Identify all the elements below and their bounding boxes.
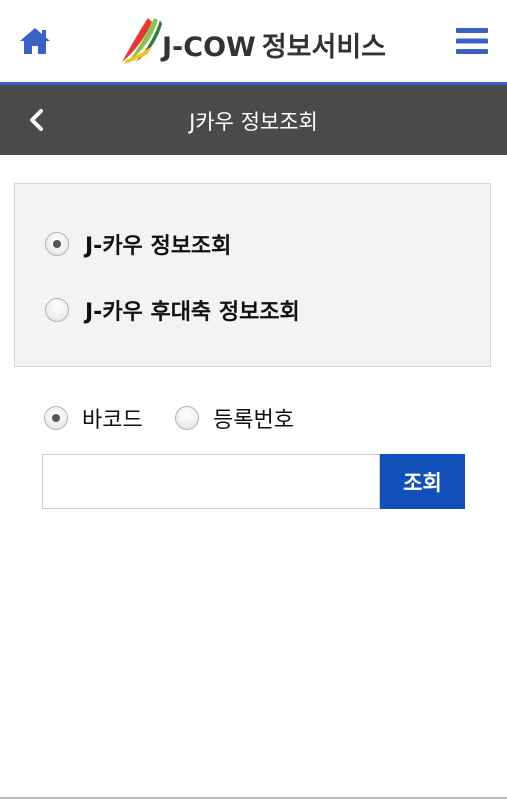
query-type-group: J-카우 정보조회 J-카우 후대축 정보조회 <box>14 183 491 367</box>
logo-service: 정보서비스 <box>261 32 387 63</box>
radio-button-unchecked[interactable] <box>175 406 199 430</box>
radio-button-unchecked[interactable] <box>45 298 69 322</box>
radio-button-checked[interactable] <box>44 406 68 430</box>
radio-barcode[interactable]: 바코드 <box>44 402 143 434</box>
logo: J-COW 정보서비스 <box>118 16 398 68</box>
menu-button[interactable] <box>456 27 488 55</box>
radio-button-checked[interactable] <box>45 232 69 256</box>
page: J-COW 정보서비스 J카우 정보조회 J-카우 정보조회 J-카우 후대축 정… <box>0 0 507 800</box>
home-icon <box>20 28 50 54</box>
logo-mark-icon <box>122 18 162 64</box>
top-header: J-COW 정보서비스 <box>0 0 507 82</box>
radio-label-jcow-descendant-info: J-카우 후대축 정보조회 <box>85 300 300 325</box>
radio-registration-number[interactable]: 등록번호 <box>175 402 294 434</box>
radio-jcow-descendant-info[interactable]: J-카우 후대축 정보조회 <box>45 294 300 326</box>
logo-text: J-COW 정보서비스 <box>162 25 386 64</box>
bottom-divider <box>0 797 507 799</box>
search-button[interactable]: 조회 <box>380 454 465 509</box>
radio-label-registration-number: 등록번호 <box>213 408 294 433</box>
sub-header: J카우 정보조회 <box>0 85 507 155</box>
logo-brand: J-COW <box>162 32 256 63</box>
radio-jcow-info[interactable]: J-카우 정보조회 <box>45 228 231 260</box>
search-input[interactable] <box>42 454 380 509</box>
page-title: J카우 정보조회 <box>189 110 318 134</box>
radio-label-barcode: 바코드 <box>82 408 143 433</box>
hamburger-menu-icon <box>456 28 488 54</box>
radio-label-jcow-info: J-카우 정보조회 <box>85 234 232 259</box>
home-button[interactable] <box>18 26 52 56</box>
